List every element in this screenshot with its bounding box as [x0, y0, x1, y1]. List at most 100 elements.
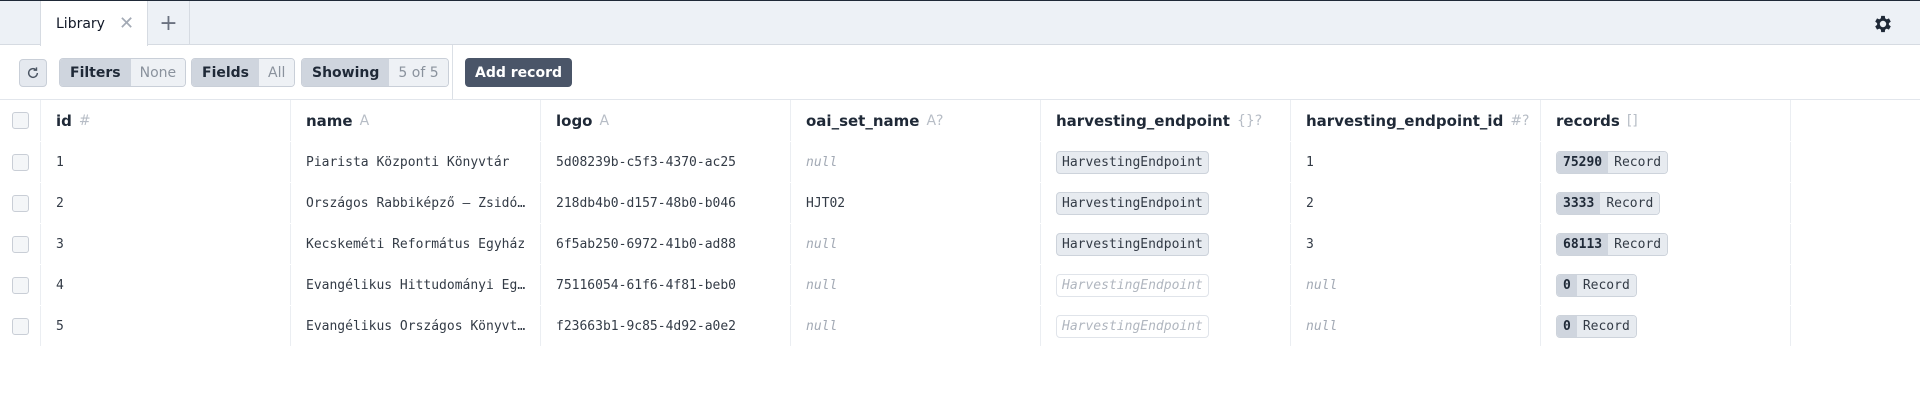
cell-oai-set-name[interactable]: HJT02 — [791, 183, 1041, 223]
tab-library[interactable]: Library ✕ — [40, 1, 148, 46]
cell-records[interactable]: 0 Record — [1541, 306, 1791, 346]
records-count: 0 — [1557, 274, 1577, 296]
records-pill[interactable]: 75290 Record — [1556, 150, 1669, 174]
cell-harvesting-endpoint[interactable]: HarvestingEndpoint — [1041, 224, 1291, 264]
records-label: Record — [1576, 315, 1636, 337]
cell-oai-set-name[interactable]: null — [791, 265, 1041, 305]
relation-pill-null[interactable]: HarvestingEndpoint — [1056, 314, 1209, 338]
cell-harvesting-endpoint[interactable]: HarvestingEndpoint — [1041, 183, 1291, 223]
column-name: oai_set_name — [806, 111, 920, 130]
select-all-checkbox[interactable] — [11, 112, 29, 129]
column-name: records — [1556, 111, 1620, 130]
add-tab-button[interactable]: + — [148, 1, 190, 45]
fields-label: Fields — [192, 59, 260, 86]
filters-value: None — [130, 59, 186, 86]
cell-name[interactable]: Kecskeméti Református Egyház — [291, 224, 541, 264]
refresh-icon — [27, 67, 39, 79]
cell-logo[interactable]: f23663b1-9c85-4d92-a0e2 — [541, 306, 791, 346]
records-count: 3333 — [1557, 192, 1601, 214]
cell-logo-text: 6f5ab250-6972-41b0-ad88 — [556, 236, 737, 252]
records-label: Record — [1608, 233, 1668, 255]
showing-control[interactable]: Showing 5 of 5 — [301, 58, 449, 87]
add-record-button[interactable]: Add record — [465, 58, 572, 87]
cell-name-text: Piarista Központi Könyvtár — [306, 154, 510, 170]
cell-name-text: Evangélikus Hittudományi Egyetem — [306, 277, 526, 293]
select-all-cell — [0, 100, 41, 141]
row-checkbox[interactable] — [11, 276, 29, 294]
filters-control[interactable]: Filters None — [59, 58, 187, 87]
relation-pill-null[interactable]: HarvestingEndpoint — [1056, 273, 1209, 297]
cell-records[interactable]: 68113 Record — [1541, 224, 1791, 264]
row-checkbox[interactable] — [11, 235, 29, 253]
cell-logo[interactable]: 218db4b0-d157-48b0-b046 — [541, 183, 791, 223]
column-type: [] — [1626, 112, 1638, 129]
cell-logo-text: 75116054-61f6-4f81-beb0 — [556, 277, 737, 293]
column-name: logo — [556, 111, 593, 130]
cell-oai-set-name[interactable]: null — [791, 224, 1041, 264]
relation-pill[interactable]: HarvestingEndpoint — [1056, 232, 1209, 256]
row-checkbox[interactable] — [11, 153, 29, 171]
cell-harvesting-endpoint[interactable]: HarvestingEndpoint — [1041, 265, 1291, 305]
showing-value: 5 of 5 — [389, 59, 448, 86]
column-header-harvesting-endpoint-id[interactable]: harvesting_endpoint_id #? — [1291, 100, 1541, 141]
records-pill[interactable]: 3333 Record — [1556, 191, 1661, 215]
null-value: null — [806, 277, 838, 293]
column-header-name[interactable]: name A — [291, 100, 541, 141]
column-type: A — [599, 112, 610, 129]
cell-name[interactable]: Piarista Központi Könyvtár — [291, 142, 541, 182]
cell-name-text: Országos Rabbiképző – Zsidó Egyetem — [306, 195, 526, 211]
cell-name[interactable]: Evangélikus Hittudományi Egyetem — [291, 265, 541, 305]
refresh-button[interactable] — [19, 59, 47, 87]
null-value: null — [1306, 318, 1338, 334]
column-header-harvesting-endpoint[interactable]: harvesting_endpoint {}? — [1041, 100, 1291, 141]
cell-harvesting-endpoint-id[interactable]: null — [1291, 306, 1541, 346]
cell-name[interactable]: Evangélikus Országos Könyvtár — [291, 306, 541, 346]
relation-pill[interactable]: HarvestingEndpoint — [1056, 191, 1209, 215]
column-type: {}? — [1236, 112, 1263, 129]
cell-id[interactable]: 4 — [41, 265, 291, 305]
null-value: null — [806, 154, 838, 170]
tab-bar-spacer — [0, 1, 40, 45]
cell-id[interactable]: 1 — [41, 142, 291, 182]
cell-harvesting-endpoint[interactable]: HarvestingEndpoint — [1041, 142, 1291, 182]
cell-records[interactable]: 75290 Record — [1541, 142, 1791, 182]
column-header-logo[interactable]: logo A — [541, 100, 791, 141]
cell-logo[interactable]: 5d08239b-c5f3-4370-ac25 — [541, 142, 791, 182]
records-label: Record — [1608, 151, 1668, 173]
cell-logo[interactable]: 6f5ab250-6972-41b0-ad88 — [541, 224, 791, 264]
cell-harvesting-endpoint-id[interactable]: 2 — [1291, 183, 1541, 223]
cell-id[interactable]: 2 — [41, 183, 291, 223]
null-value: null — [806, 236, 838, 252]
relation-pill[interactable]: HarvestingEndpoint — [1056, 150, 1209, 174]
column-header-records[interactable]: records [] — [1541, 100, 1791, 141]
cell-name[interactable]: Országos Rabbiképző – Zsidó Egyetem — [291, 183, 541, 223]
cell-id[interactable]: 3 — [41, 224, 291, 264]
cell-id[interactable]: 5 — [41, 306, 291, 346]
cell-harvesting-endpoint-id[interactable]: null — [1291, 265, 1541, 305]
row-checkbox[interactable] — [11, 317, 29, 335]
column-header-id[interactable]: id # — [41, 100, 291, 141]
cell-harvesting-endpoint[interactable]: HarvestingEndpoint — [1041, 306, 1291, 346]
records-pill[interactable]: 0 Record — [1556, 273, 1637, 297]
cell-records[interactable]: 3333 Record — [1541, 183, 1791, 223]
cell-records[interactable]: 0 Record — [1541, 265, 1791, 305]
cell-harvesting-endpoint-id[interactable]: 1 — [1291, 142, 1541, 182]
cell-oai-set-name[interactable]: null — [791, 142, 1041, 182]
cell-logo[interactable]: 75116054-61f6-4f81-beb0 — [541, 265, 791, 305]
column-type: A? — [926, 112, 944, 129]
column-header-oai-set-name[interactable]: oai_set_name A? — [791, 100, 1041, 141]
null-value: null — [806, 318, 838, 334]
row-checkbox[interactable] — [11, 194, 29, 212]
cell-name-text: Evangélikus Országos Könyvtár — [306, 318, 526, 334]
fields-control[interactable]: Fields All — [191, 58, 296, 87]
toolbar: Filters None Fields All Showing 5 of 5 A… — [0, 45, 1920, 100]
showing-label: Showing — [302, 59, 390, 86]
cell-oai-set-name[interactable]: null — [791, 306, 1041, 346]
cell-logo-text: f23663b1-9c85-4d92-a0e2 — [556, 318, 737, 334]
records-pill[interactable]: 68113 Record — [1556, 232, 1669, 256]
records-pill[interactable]: 0 Record — [1556, 314, 1637, 338]
cell-harvesting-endpoint-id[interactable]: 3 — [1291, 224, 1541, 264]
gear-icon[interactable] — [1872, 13, 1894, 35]
column-type: A — [359, 112, 370, 129]
close-icon[interactable]: ✕ — [119, 14, 134, 33]
